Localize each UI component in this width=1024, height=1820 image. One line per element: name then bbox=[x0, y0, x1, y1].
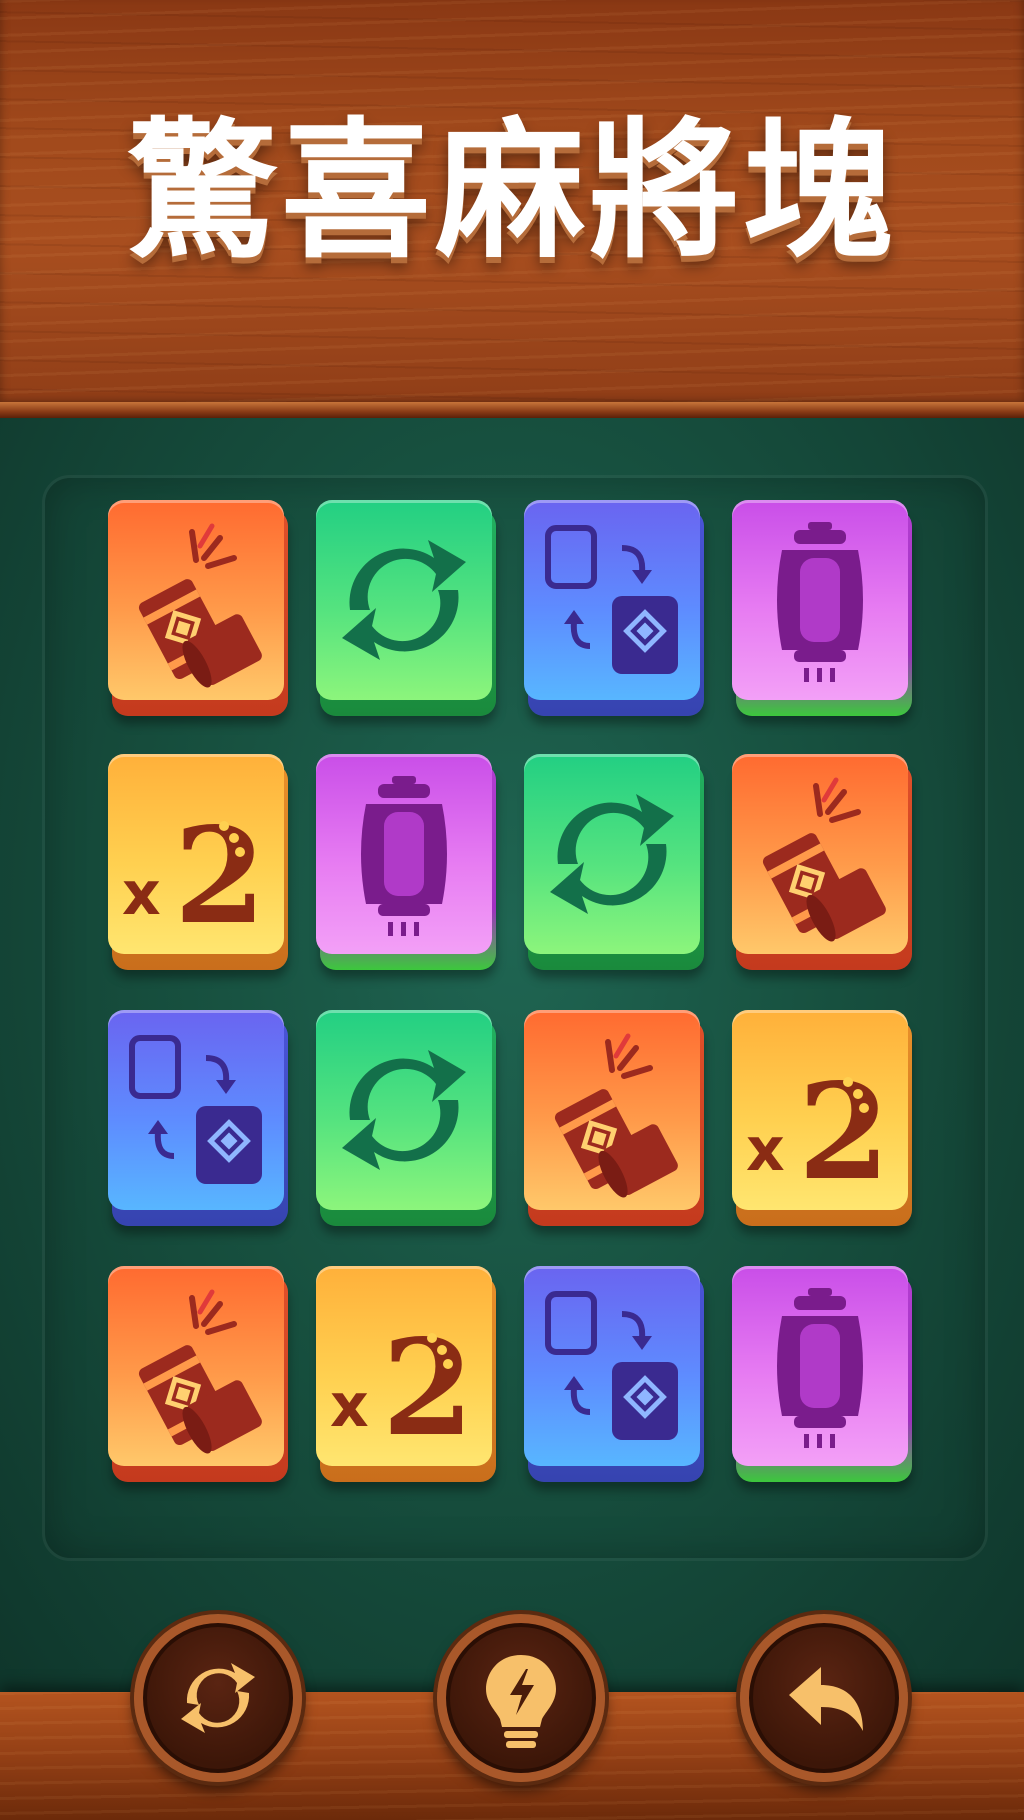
swap-arrows-icon bbox=[550, 794, 674, 914]
undo-arrow-icon bbox=[789, 1667, 863, 1731]
tile-firecracker[interactable] bbox=[108, 500, 288, 716]
x2-icon: x 2 bbox=[122, 799, 266, 954]
shuffle-icon bbox=[181, 1663, 255, 1733]
x2-icon: x 2 bbox=[330, 1311, 474, 1466]
swap-arrows-icon bbox=[342, 540, 466, 660]
shuffle-button[interactable] bbox=[134, 1614, 302, 1782]
firecracker-icon bbox=[554, 1033, 678, 1198]
firecracker-icon bbox=[138, 1289, 262, 1454]
svg-text:2: 2 bbox=[174, 799, 266, 954]
tile-arrows[interactable] bbox=[316, 1010, 496, 1226]
game-title: 驚喜麻將塊 bbox=[126, 105, 897, 279]
tile-x2[interactable]: x 2 bbox=[316, 1266, 496, 1482]
svg-text:x: x bbox=[330, 1371, 369, 1441]
tile-card-swap[interactable] bbox=[524, 1266, 704, 1482]
tile-firecracker[interactable] bbox=[524, 1010, 704, 1226]
svg-text:x: x bbox=[746, 1115, 785, 1185]
card-swap-icon bbox=[545, 525, 678, 674]
tile-lantern[interactable] bbox=[732, 500, 912, 716]
lantern-icon bbox=[777, 522, 863, 682]
tile-card-swap[interactable] bbox=[108, 1010, 288, 1226]
x2-icon: x 2 bbox=[746, 1055, 890, 1210]
svg-text:2: 2 bbox=[382, 1311, 474, 1466]
lightbulb-icon bbox=[486, 1655, 556, 1748]
header-rim bbox=[0, 402, 1024, 418]
tile-card-swap[interactable] bbox=[524, 500, 704, 716]
svg-text:2: 2 bbox=[798, 1055, 890, 1210]
firecracker-icon bbox=[762, 777, 886, 942]
swap-arrows-icon bbox=[342, 1050, 466, 1170]
card-swap-icon bbox=[545, 1291, 678, 1440]
tile-arrows[interactable] bbox=[316, 500, 496, 716]
tile-firecracker[interactable] bbox=[732, 754, 912, 970]
lantern-icon bbox=[361, 776, 447, 936]
card-swap-icon bbox=[129, 1035, 262, 1184]
tile-x2[interactable]: x 2 bbox=[732, 1010, 912, 1226]
tile-lantern[interactable] bbox=[316, 754, 496, 970]
firecracker-icon bbox=[138, 523, 262, 688]
tile-x2[interactable]: x 2 bbox=[108, 754, 288, 970]
hint-button[interactable] bbox=[437, 1614, 605, 1782]
tile-arrows[interactable] bbox=[524, 754, 704, 970]
lantern-icon bbox=[777, 1288, 863, 1448]
tile-lantern[interactable] bbox=[732, 1266, 912, 1482]
svg-text:x: x bbox=[122, 859, 161, 929]
undo-button[interactable] bbox=[740, 1614, 908, 1782]
tile-firecracker[interactable] bbox=[108, 1266, 288, 1482]
